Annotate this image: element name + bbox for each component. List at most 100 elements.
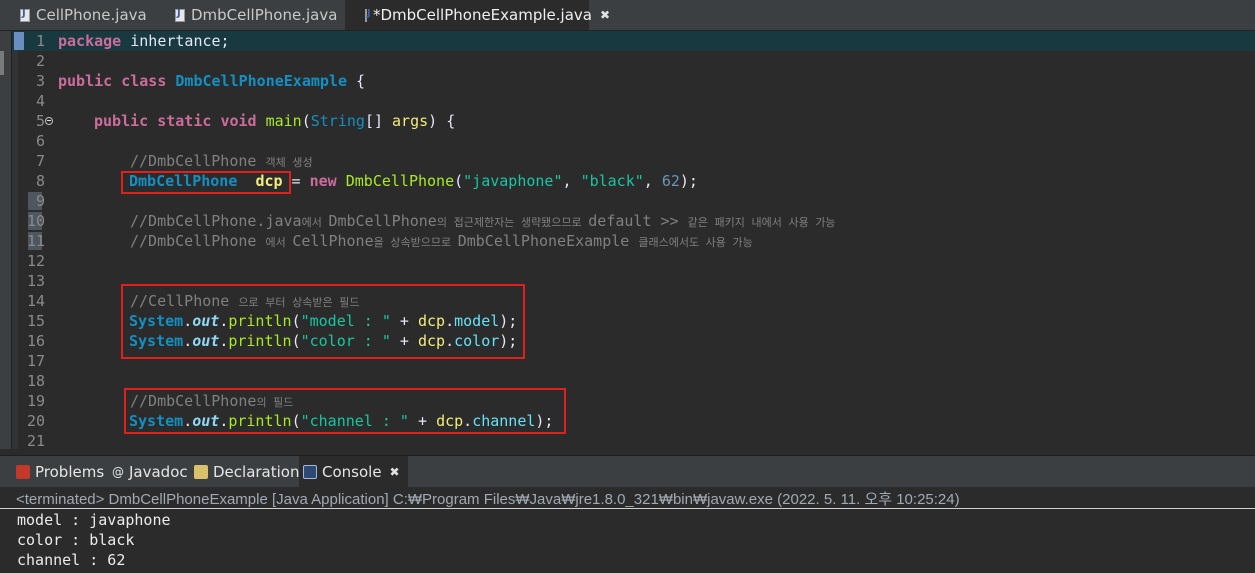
- class-name: System: [129, 332, 184, 350]
- tab-declaration[interactable]: Declaration: [194, 456, 299, 487]
- declaration-icon: [194, 464, 208, 479]
- code-line-2: 2: [12, 51, 1255, 71]
- number-literal: 62: [661, 172, 680, 190]
- code-line-12: 12: [12, 251, 1255, 271]
- code-line-8: 8 DmbCellPhone dcp = new DmbCellPhone("j…: [12, 171, 1255, 191]
- tab-javadoc[interactable]: @ Javadoc: [112, 456, 188, 487]
- tab-dmbcellphoneexample-java[interactable]: *DmbCellPhoneExample.java ✖: [345, 0, 610, 30]
- line-number: 19: [26, 392, 45, 410]
- code-text: .: [445, 332, 455, 350]
- keyword: package: [58, 32, 122, 50]
- tab-label: Declaration: [213, 462, 300, 481]
- code-text: inhertance;: [121, 32, 230, 50]
- comment: 같은 패키지 내에서 사용 가능: [687, 216, 836, 229]
- code-line-5: 5 public static void main(String[] args)…: [12, 111, 1255, 131]
- code-text: .: [183, 412, 193, 430]
- console-status-header: <terminated> DmbCellPhoneExample [Java A…: [0, 487, 1255, 509]
- field-name: color: [454, 332, 500, 350]
- code-text: (: [291, 332, 301, 350]
- javadoc-icon: @: [112, 464, 124, 479]
- variable-name: dcp: [255, 172, 283, 190]
- string-literal: "color : ": [300, 332, 391, 350]
- code-line-11: 11 //DmbCellPhone 에서 CellPhone을 상속받으므로 D…: [12, 231, 1255, 251]
- code-line-1: 1 package inhertance;: [12, 31, 1255, 51]
- line-number: 9: [35, 192, 45, 210]
- code-text: .: [219, 312, 229, 330]
- comment: //DmbCellPhone: [130, 152, 266, 170]
- comment: 클래스에서도 사용 가능: [638, 236, 753, 249]
- tab-dmbcellphone-java[interactable]: DmbCellPhone.java: [155, 0, 343, 30]
- field-name: model: [454, 312, 500, 330]
- comment: default >>: [588, 212, 688, 230]
- code-line-21: 21: [12, 431, 1255, 449]
- code-text: +: [390, 312, 418, 330]
- code-text: .: [183, 312, 193, 330]
- close-icon[interactable]: ✖: [600, 8, 610, 22]
- tab-problems[interactable]: Problems: [16, 456, 104, 487]
- keyword: void: [220, 112, 257, 130]
- tab-label: DmbCellPhone.java: [191, 6, 338, 24]
- line-number: 3: [35, 72, 45, 90]
- comment: //CellPhone: [130, 292, 239, 310]
- line-number: 16: [26, 332, 45, 350]
- comment: 에서: [265, 236, 293, 249]
- java-file-icon: [365, 8, 371, 22]
- tab-cellphone-java[interactable]: CellPhone.java: [0, 0, 155, 30]
- code-text: +: [408, 412, 437, 430]
- comment: 으로 부터 상속받은 필드: [238, 296, 360, 309]
- line-number: 15: [26, 312, 45, 330]
- line-number: 20: [26, 412, 45, 430]
- keyword: new: [309, 172, 337, 190]
- code-line-16: 16 System.out.println("color : " + dcp.c…: [12, 331, 1255, 351]
- line-number: 8: [35, 172, 45, 190]
- line-number: 6: [35, 132, 45, 150]
- keyword: class: [121, 72, 167, 90]
- comment: 객체 생성: [265, 156, 313, 169]
- string-literal: "javaphone": [463, 172, 563, 190]
- console-icon: [303, 464, 317, 479]
- code-text: {: [347, 72, 366, 90]
- code-text: ,: [643, 172, 662, 190]
- java-file-icon: [20, 8, 30, 22]
- code-text: +: [390, 332, 418, 350]
- method-name: println: [228, 312, 292, 330]
- code-editor[interactable]: 1 package inhertance; 2 3 public class D…: [12, 31, 1255, 449]
- line-number: 5: [35, 112, 45, 130]
- fold-toggle-icon[interactable]: [45, 117, 53, 125]
- comment: 의 필드: [256, 396, 294, 409]
- tab-console[interactable]: Console ✖: [299, 456, 408, 487]
- problems-icon: [16, 464, 30, 479]
- line-number: 14: [26, 292, 45, 310]
- console-process-label: <terminated> DmbCellPhoneExample [Java A…: [16, 491, 960, 508]
- code-line-19: 19 //DmbCellPhone의 필드: [12, 391, 1255, 411]
- comment: //DmbCellPhone: [130, 392, 257, 410]
- method-name: println: [228, 412, 292, 430]
- code-line-7: 7 //DmbCellPhone 객체 생성: [12, 151, 1255, 171]
- comment: DmbCellPhoneExample: [457, 232, 639, 250]
- code-text: );: [499, 332, 518, 350]
- string-literal: "model : ": [300, 312, 391, 330]
- code-line-6: 6: [12, 131, 1255, 151]
- code-line-3: 3 public class DmbCellPhoneExample {: [12, 71, 1255, 91]
- code-text: (: [291, 412, 301, 430]
- code-line-17: 17: [12, 351, 1255, 371]
- variable-name: dcp: [418, 312, 446, 330]
- string-literal: "black": [580, 172, 644, 190]
- line-number: 1: [35, 32, 45, 50]
- tab-label: Problems: [35, 462, 105, 481]
- close-icon[interactable]: ✖: [390, 465, 400, 479]
- code-line-18: 18: [12, 371, 1255, 391]
- code-line-4: 4: [12, 91, 1255, 111]
- class-name: System: [129, 412, 184, 430]
- field-name: channel: [472, 412, 536, 430]
- static-field: out: [192, 312, 220, 330]
- console-output[interactable]: model : javaphone color : black channel …: [0, 509, 1255, 573]
- code-line-20: 20 System.out.println("channel : " + dcp…: [12, 411, 1255, 431]
- type-name: DmbCellPhone: [129, 172, 238, 190]
- code-line-10: 10 //DmbCellPhone.java에서 DmbCellPhone의 접…: [12, 211, 1255, 231]
- code-text: );: [679, 172, 698, 190]
- keyword: static: [157, 112, 212, 130]
- code-text: .: [183, 332, 193, 350]
- static-field: out: [192, 412, 220, 430]
- code-text: .: [445, 312, 455, 330]
